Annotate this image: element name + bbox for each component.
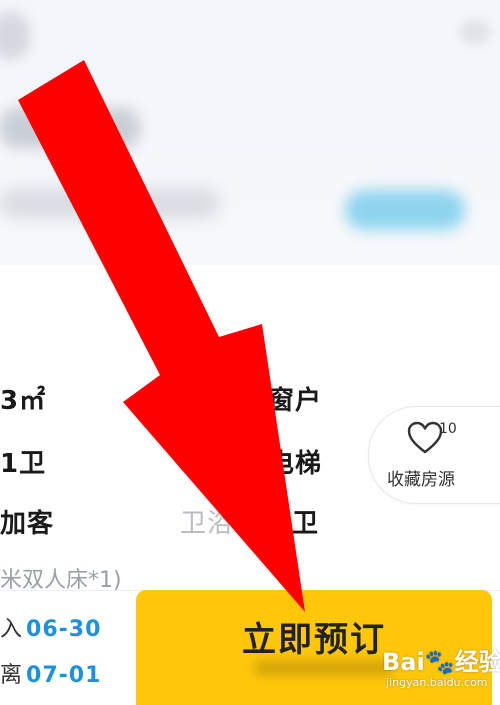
header-background: [0, 0, 500, 265]
feature-bathroom-faded: 卫浴: [180, 509, 235, 539]
heart-icon: [407, 421, 443, 454]
feature-bathroom-type: 卫: [292, 509, 320, 539]
favorite-label: 收藏房源: [387, 470, 455, 490]
price-blurred: [254, 660, 394, 676]
feature-bath: 1卫: [0, 449, 47, 479]
checkin-row[interactable]: 入 06-30: [0, 611, 101, 643]
feature-extra-bed: 加客: [0, 509, 55, 539]
favorite-count: 10: [439, 421, 457, 437]
back-button-blurred[interactable]: [0, 12, 30, 60]
baidu-jingyan-watermark: Bai🐾经验 jingyan.baidu.com: [378, 640, 500, 696]
checkin-prefix: 入: [0, 617, 23, 642]
action-pill-blurred[interactable]: [345, 190, 465, 230]
feature-window: 窗户: [268, 386, 323, 416]
checkout-date: 07-01: [26, 663, 102, 688]
feature-elevator: 电梯: [268, 449, 323, 479]
favorite-button[interactable]: 10 收藏房源: [368, 406, 500, 504]
feature-area: 3㎡: [0, 386, 47, 416]
more-button-blurred[interactable]: [460, 20, 490, 44]
watermark-brand: Bai🐾经验: [382, 648, 500, 676]
checkin-date: 06-30: [26, 617, 102, 642]
checkout-prefix: 离: [0, 663, 23, 688]
title-blurred: [0, 108, 140, 148]
watermark-url: jingyan.baidu.com: [386, 676, 488, 689]
baidu-paw-icon: 🐾: [424, 648, 455, 676]
checkout-row[interactable]: 离 07-01: [0, 657, 101, 689]
subtitle-blurred: [0, 188, 220, 218]
